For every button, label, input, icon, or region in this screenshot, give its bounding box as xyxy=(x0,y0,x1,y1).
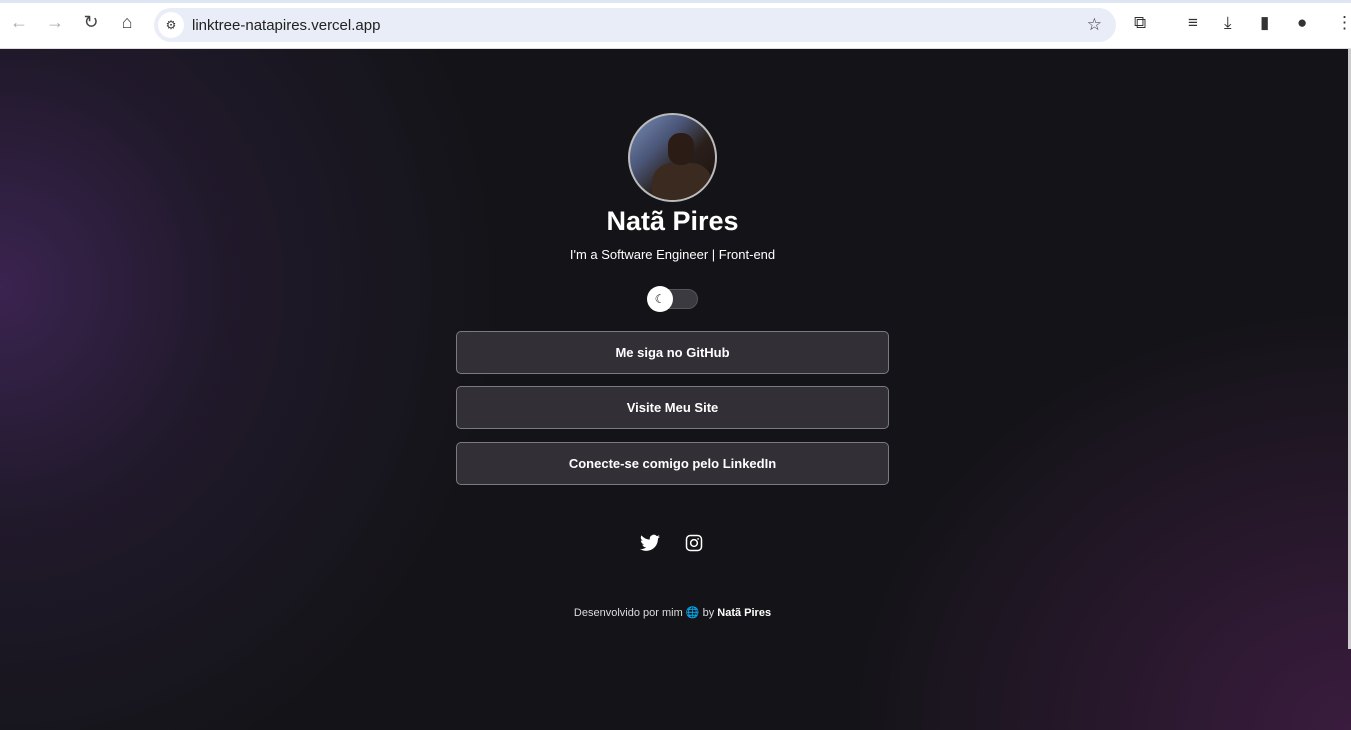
download-icon[interactable]: ⤓ xyxy=(1224,13,1232,33)
footer-by: by xyxy=(702,607,715,619)
site-link-button[interactable]: Visite Meu Site xyxy=(456,386,889,429)
media-icon[interactable]: ≡ xyxy=(1188,13,1198,33)
side-panel-icon[interactable]: ▮ xyxy=(1260,13,1269,33)
address-bar[interactable]: ⚙ linktree-natapires.vercel.app ☆ xyxy=(154,8,1116,42)
reload-icon[interactable]: ↻ xyxy=(79,12,103,33)
home-icon[interactable]: ⌂ xyxy=(115,12,139,33)
site-info-icon[interactable]: ⚙ xyxy=(158,12,184,38)
menu-icon[interactable]: ⋮ xyxy=(1336,13,1351,33)
globe-icon: 🌐 xyxy=(685,607,700,619)
linkedin-link-button[interactable]: Conecte-se comigo pelo LinkedIn xyxy=(456,442,889,485)
twitter-icon[interactable] xyxy=(640,534,660,557)
profile-name: Natã Pires xyxy=(606,206,739,236)
browser-toolbar: ← → ↻ ⌂ ⚙ linktree-natapires.vercel.app … xyxy=(0,0,1351,49)
tab-strip xyxy=(0,0,1351,3)
bookmark-star-icon[interactable]: ☆ xyxy=(1087,15,1102,35)
url-text[interactable]: linktree-natapires.vercel.app xyxy=(192,17,380,34)
moon-stars-icon: ☾ xyxy=(647,286,673,312)
github-link-button[interactable]: Me siga no GitHub xyxy=(456,331,889,374)
back-icon[interactable]: ← xyxy=(7,12,31,33)
forward-icon[interactable]: → xyxy=(43,12,67,33)
profile-avatar-icon[interactable]: ● xyxy=(1297,13,1307,33)
theme-toggle[interactable]: ☾ xyxy=(647,286,698,312)
profile-bio: I'm a Software Engineer | Front-end xyxy=(569,247,776,262)
avatar xyxy=(628,113,717,202)
extensions-icon[interactable]: ⧉ xyxy=(1134,13,1146,33)
footer-text: Desenvolvido por mim xyxy=(573,607,683,619)
linktree-page: Natã Pires I'm a Software Engineer | Fro… xyxy=(0,49,1351,730)
footer: Desenvolvido por mim 🌐 by Natã Pires xyxy=(0,606,1345,619)
instagram-icon[interactable] xyxy=(685,534,703,557)
footer-author: Natã Pires xyxy=(717,607,772,619)
